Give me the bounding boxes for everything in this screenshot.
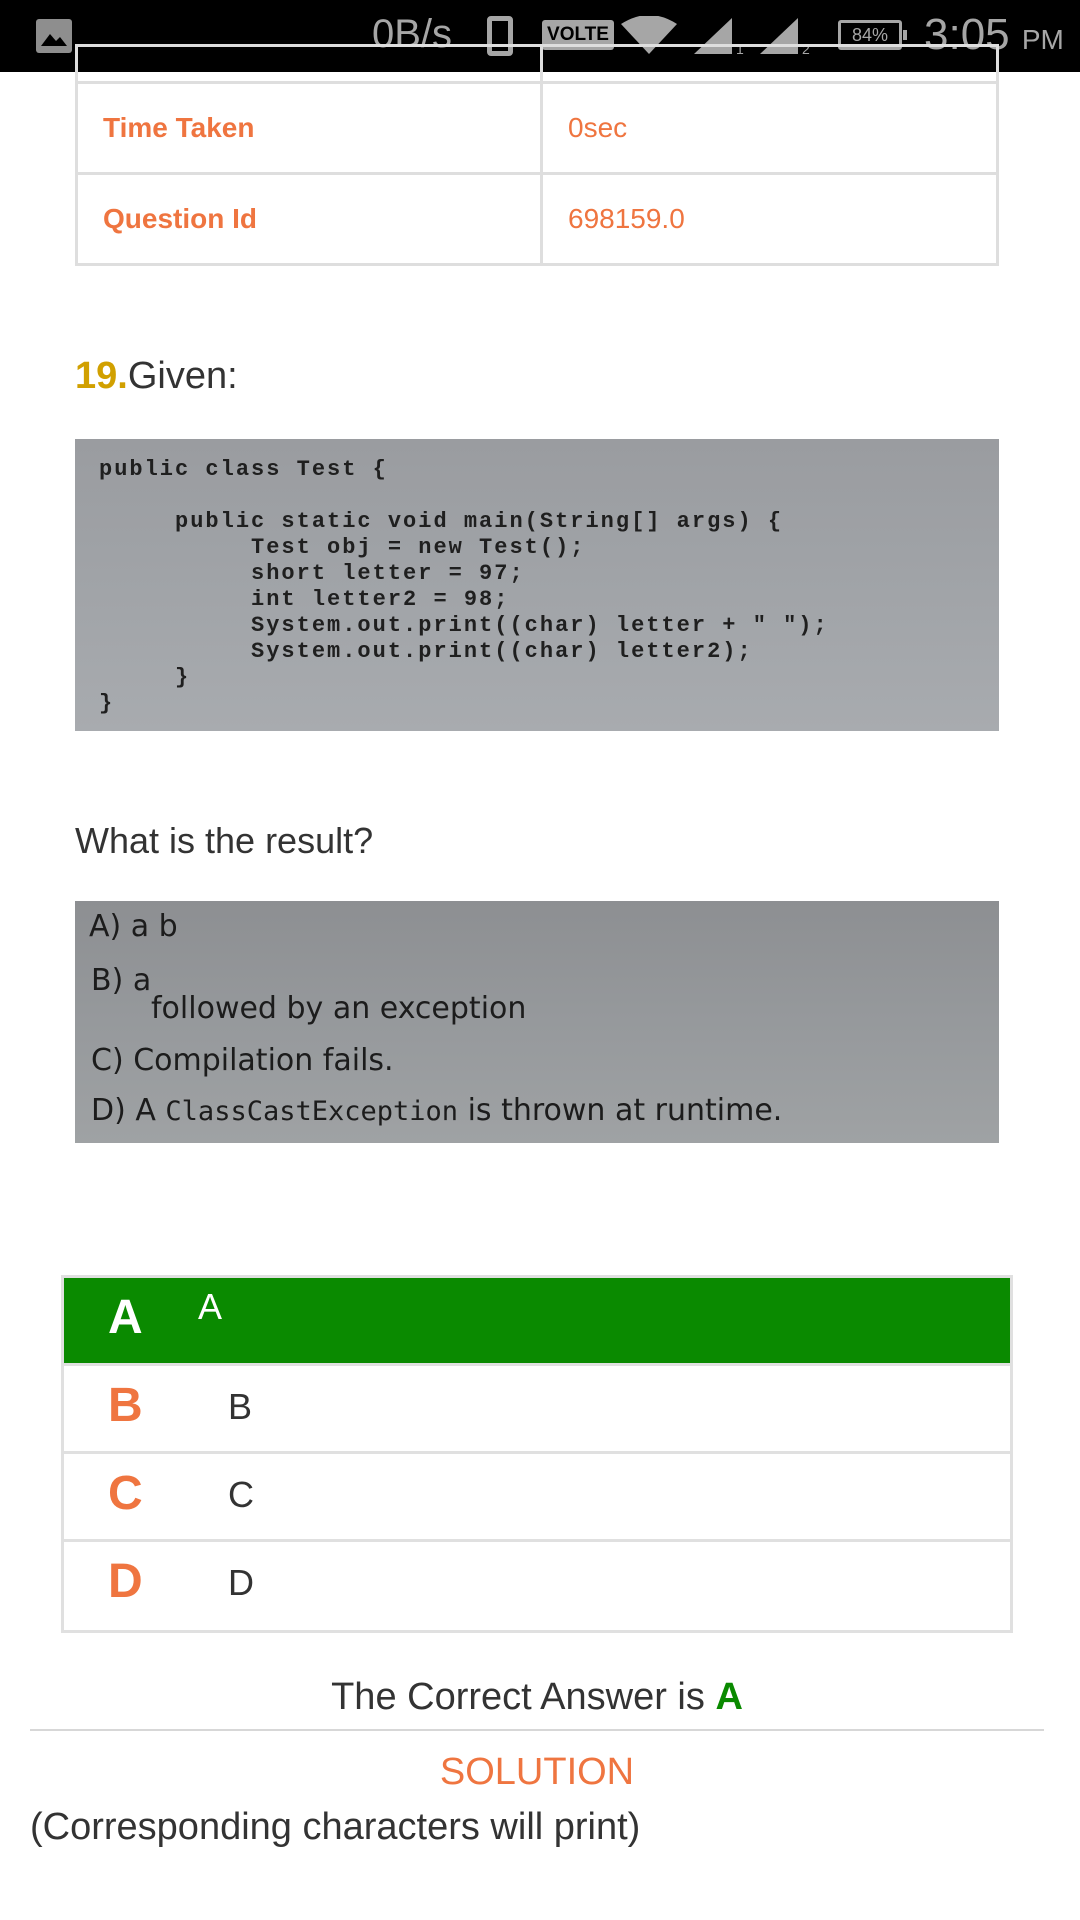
- table-row: Time Taken 0sec: [75, 81, 999, 175]
- code-image: public class Test { public static void m…: [75, 439, 999, 731]
- table-row: Question Id 698159.0: [75, 172, 999, 266]
- gallery-notification-icon: [36, 19, 72, 53]
- correct-answer-prefix: The Correct Answer is: [331, 1676, 705, 1718]
- choice-d[interactable]: D D: [64, 1542, 1010, 1630]
- choice-letter: C: [108, 1467, 143, 1520]
- choice-letter: B: [108, 1379, 143, 1432]
- choice-text: C: [228, 1474, 254, 1515]
- question-prompt: What is the result?: [75, 820, 374, 861]
- image-option-b-line2: followed by an exception: [151, 991, 527, 1026]
- image-option-b-line1: B) a: [91, 963, 152, 998]
- image-option-a: A) a b: [89, 909, 178, 944]
- info-label-time-taken: Time Taken: [75, 81, 543, 175]
- correct-answer-line: The Correct Answer is A: [0, 1676, 1074, 1719]
- choice-letter: A: [108, 1291, 143, 1344]
- image-option-c: C) Compilation fails.: [91, 1043, 394, 1078]
- answer-choices: A A B B C C D D: [61, 1275, 1013, 1633]
- question-number: 19.: [75, 355, 128, 397]
- solution-heading: SOLUTION: [439, 1751, 635, 1793]
- solution-text: (Corresponding characters will print): [30, 1806, 641, 1848]
- info-value-time-taken: 0sec: [540, 81, 999, 175]
- choice-b[interactable]: B B: [64, 1366, 1010, 1454]
- choice-a[interactable]: A A: [64, 1278, 1010, 1366]
- info-label-question-id: Question Id: [75, 172, 543, 266]
- question-heading: 19.Given:: [75, 355, 238, 398]
- info-value: [540, 44, 999, 84]
- choice-text: B: [228, 1386, 253, 1427]
- choice-letter: D: [108, 1555, 143, 1608]
- info-label: [75, 44, 543, 84]
- question-info-table: Time Taken 0sec Question Id 698159.0: [75, 44, 999, 266]
- table-row: [75, 44, 999, 84]
- correct-answer-letter: A: [715, 1676, 743, 1718]
- image-option-d-code: ClassCastException: [165, 1096, 459, 1127]
- choice-c[interactable]: C C: [64, 1454, 1010, 1542]
- question-title: Given:: [127, 355, 238, 397]
- clock-ampm: PM: [1021, 24, 1064, 55]
- image-option-d-prefix: D) A: [91, 1093, 156, 1128]
- image-option-d: D) A ClassCastException is thrown at run…: [91, 1093, 782, 1128]
- image-option-d-suffix: is thrown at runtime.: [467, 1093, 783, 1128]
- code-text: public class Test { public static void m…: [99, 457, 829, 716]
- choice-text: D: [228, 1562, 254, 1603]
- info-value-question-id: 698159.0: [540, 172, 999, 266]
- options-image: A) a b B) a followed by an exception C) …: [75, 901, 999, 1143]
- choice-text: A: [198, 1286, 223, 1327]
